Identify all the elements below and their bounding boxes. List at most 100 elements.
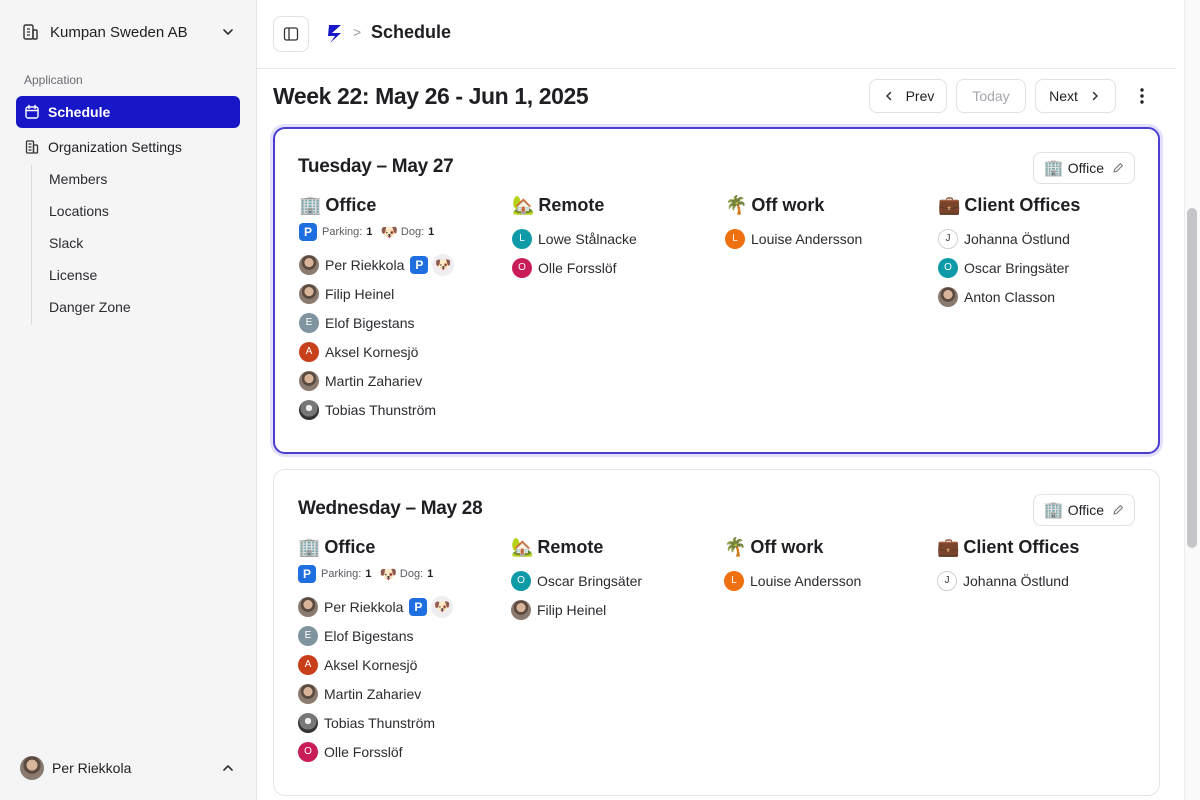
location-label: Office xyxy=(1067,160,1104,176)
people-list: Per Riekkola P 🐶 E Elof Bigestans A Akse… xyxy=(298,592,498,766)
sidebar-item-label: Organization Settings xyxy=(48,139,182,155)
avatar: J xyxy=(938,228,958,249)
dog-count: 1 xyxy=(428,226,435,238)
location-label: Office xyxy=(1067,502,1104,518)
person-name: Olle Forsslöf xyxy=(538,259,617,276)
avatar xyxy=(511,599,531,620)
sidebar-item-schedule[interactable]: Schedule xyxy=(16,96,240,128)
person-row[interactable]: E Elof Bigestans xyxy=(299,308,499,337)
sidebar-subitem-members[interactable]: Members xyxy=(49,171,107,187)
person-row[interactable]: E Elof Bigestans xyxy=(298,621,498,650)
person-row[interactable]: Martin Zahariev xyxy=(298,679,498,708)
avatar xyxy=(298,683,318,704)
dog-count: 1 xyxy=(427,568,434,580)
person-name: Oscar Bringsäter xyxy=(964,259,1070,276)
person-row[interactable]: A Aksel Kornesjö xyxy=(298,650,498,679)
status-column: 💼 Client Offices J Johanna Östlund xyxy=(937,536,1137,595)
column-title: 🏡 Remote xyxy=(511,536,711,558)
sidebar-item-organization-settings[interactable]: Organization Settings xyxy=(16,131,240,163)
calendar-icon xyxy=(25,104,39,119)
avatar: O xyxy=(512,257,532,278)
person-row[interactable]: Tobias Thunström xyxy=(299,395,499,424)
building-icon: 🏢 xyxy=(1043,160,1064,177)
person-row[interactable]: L Louise Andersson xyxy=(725,224,925,253)
pencil-icon xyxy=(1113,163,1123,173)
next-button[interactable]: Next xyxy=(1035,79,1116,113)
person-row[interactable]: O Oscar Bringsäter xyxy=(511,566,711,595)
person-row[interactable]: A Aksel Kornesjö xyxy=(299,337,499,366)
submenu-rail xyxy=(31,165,32,325)
person-row[interactable]: Tobias Thunström xyxy=(298,708,498,737)
column-title-text: Client Offices xyxy=(963,536,1080,557)
day-card[interactable]: Wednesday – May 28 🏢 Office 🏢 Office P P… xyxy=(273,469,1160,796)
avatar xyxy=(298,596,318,617)
people-list: L Louise Andersson xyxy=(724,566,924,595)
sidebar-item-label: Schedule xyxy=(48,104,111,120)
person-row[interactable]: O Oscar Bringsäter xyxy=(938,253,1138,282)
avatar: L xyxy=(724,570,744,591)
avatar xyxy=(298,712,318,733)
dog-icon: 🐶 xyxy=(379,565,397,582)
parking-icon: P xyxy=(409,597,428,616)
dog-icon: 🐶 xyxy=(431,595,454,618)
dog-label: Dog: xyxy=(399,568,424,580)
location-button[interactable]: 🏢 Office xyxy=(1032,494,1135,526)
column-title-text: Client Offices xyxy=(964,194,1081,215)
sidebar-subitem-slack[interactable]: Slack xyxy=(49,235,83,251)
sidebar-subitem-locations[interactable]: Locations xyxy=(49,203,109,219)
people-list: J Johanna Östlund O Oscar Bringsäter Ant… xyxy=(938,224,1138,311)
day-card[interactable]: Tuesday – May 27 🏢 Office 🏢 Office P Par… xyxy=(273,127,1160,454)
day-title: Wednesday – May 28 xyxy=(298,498,483,519)
people-list: L Lowe Stålnacke O Olle Forsslöf xyxy=(512,224,712,282)
page-title: Schedule xyxy=(371,22,452,42)
building-icon: 🏢 xyxy=(1043,502,1064,519)
avatar: J xyxy=(937,570,957,591)
people-list: J Johanna Östlund xyxy=(937,566,1137,595)
palm-tree-icon: 🌴 xyxy=(724,536,747,557)
person-name: Aksel Kornesjö xyxy=(324,656,418,673)
user-menu[interactable]: Per Riekkola xyxy=(16,751,240,785)
sidebar: Kumpan Sweden AB Application Schedule Or… xyxy=(0,0,257,800)
person-name: Oscar Bringsäter xyxy=(537,572,643,589)
column-title-text: Remote xyxy=(537,536,604,557)
person-row[interactable]: Filip Heinel xyxy=(299,279,499,308)
avatar: O xyxy=(938,257,958,278)
next-label: Next xyxy=(1049,88,1078,104)
dog-icon: 🐶 xyxy=(432,253,455,276)
building-icon xyxy=(23,24,38,40)
person-name: Tobias Thunström xyxy=(325,401,437,418)
org-switcher[interactable]: Kumpan Sweden AB xyxy=(16,16,240,48)
person-row[interactable]: Per Riekkola P 🐶 xyxy=(298,592,498,621)
person-row[interactable]: L Lowe Stålnacke xyxy=(512,224,712,253)
prev-label: Prev xyxy=(905,88,935,104)
avatar: L xyxy=(512,228,532,249)
person-row[interactable]: O Olle Forsslöf xyxy=(512,253,712,282)
person-name: Tobias Thunström xyxy=(324,714,436,731)
breadcrumb-separator: > xyxy=(353,24,362,40)
avatar xyxy=(938,286,958,307)
person-row[interactable]: Martin Zahariev xyxy=(299,366,499,395)
person-row[interactable]: Filip Heinel xyxy=(511,595,711,624)
sidebar-subitem-license[interactable]: License xyxy=(49,267,97,283)
sidebar-subitem-danger-zone[interactable]: Danger Zone xyxy=(49,299,131,315)
person-row[interactable]: O Olle Forsslöf xyxy=(298,737,498,766)
sidebar-toggle-button[interactable] xyxy=(273,16,309,52)
person-row[interactable]: Per Riekkola P 🐶 xyxy=(299,250,499,279)
palm-tree-icon: 🌴 xyxy=(725,194,748,215)
person-name: Lowe Stålnacke xyxy=(538,230,637,247)
person-name: Martin Zahariev xyxy=(325,372,423,389)
more-options-button[interactable] xyxy=(1130,84,1154,108)
person-name: Olle Forsslöf xyxy=(324,743,403,760)
avatar xyxy=(20,756,44,780)
scrollbar-thumb[interactable] xyxy=(1187,208,1197,548)
more-vertical-icon xyxy=(1140,88,1144,104)
person-row[interactable]: J Johanna Östlund xyxy=(938,224,1138,253)
avatar xyxy=(299,399,319,420)
prev-button[interactable]: Prev xyxy=(869,79,947,113)
avatar: E xyxy=(299,312,319,333)
person-row[interactable]: L Louise Andersson xyxy=(724,566,924,595)
today-button[interactable]: Today xyxy=(956,79,1026,113)
location-button[interactable]: 🏢 Office xyxy=(1032,152,1135,184)
person-row[interactable]: Anton Classon xyxy=(938,282,1138,311)
person-row[interactable]: J Johanna Östlund xyxy=(937,566,1137,595)
